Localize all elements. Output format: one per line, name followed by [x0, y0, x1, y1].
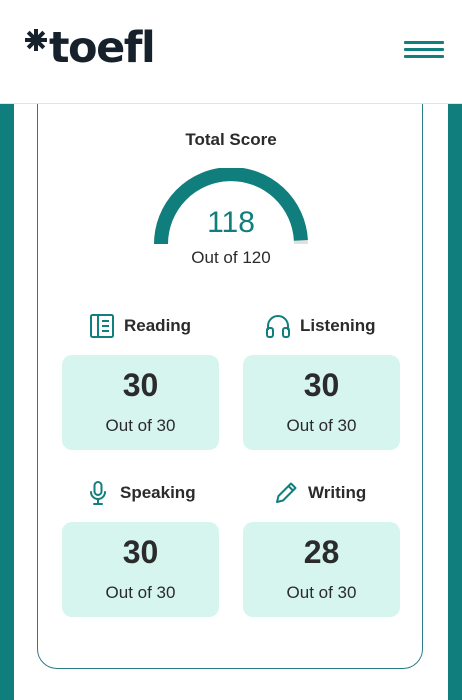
total-score-out-of: Out of 120 [191, 248, 271, 267]
listening-header: Listening [265, 311, 376, 341]
writing-label: Writing [308, 483, 367, 502]
reading-score-box: 30 Out of 30 [62, 355, 219, 450]
speaking-score: 30 [122, 534, 159, 570]
writing-header: Writing [273, 478, 366, 508]
headphones-icon [266, 315, 290, 338]
writing-out-of: Out of 30 [286, 583, 357, 602]
book-icon [90, 314, 114, 338]
listening-score: 30 [303, 367, 340, 403]
hamburger-menu-icon[interactable] [404, 36, 446, 62]
reading-out-of: Out of 30 [105, 416, 176, 435]
microphone-icon [90, 481, 106, 505]
reading-header: Reading [89, 311, 191, 341]
reading-label: Reading [124, 316, 192, 335]
left-accent-bar [0, 103, 14, 700]
listening-out-of: Out of 30 [286, 416, 357, 435]
pencil-icon [276, 482, 297, 503]
total-score-label: Total Score [185, 130, 277, 149]
writing-score-box: 28 Out of 30 [243, 522, 400, 617]
logo-text: toefl [49, 23, 156, 73]
toefl-logo[interactable]: toefl [24, 23, 156, 74]
total-score-value: 118 [207, 206, 255, 239]
right-accent-bar [448, 103, 462, 700]
reading-score: 30 [122, 367, 159, 403]
asterisk-logo-icon [25, 29, 47, 51]
speaking-score-box: 30 Out of 30 [62, 522, 219, 617]
speaking-label: Speaking [120, 483, 196, 502]
speaking-out-of: Out of 30 [105, 583, 176, 602]
listening-score-box: 30 Out of 30 [243, 355, 400, 450]
top-header: toefl [0, 0, 462, 104]
writing-score: 28 [303, 534, 340, 570]
listening-label: Listening [300, 316, 376, 335]
speaking-header: Speaking [85, 478, 196, 508]
